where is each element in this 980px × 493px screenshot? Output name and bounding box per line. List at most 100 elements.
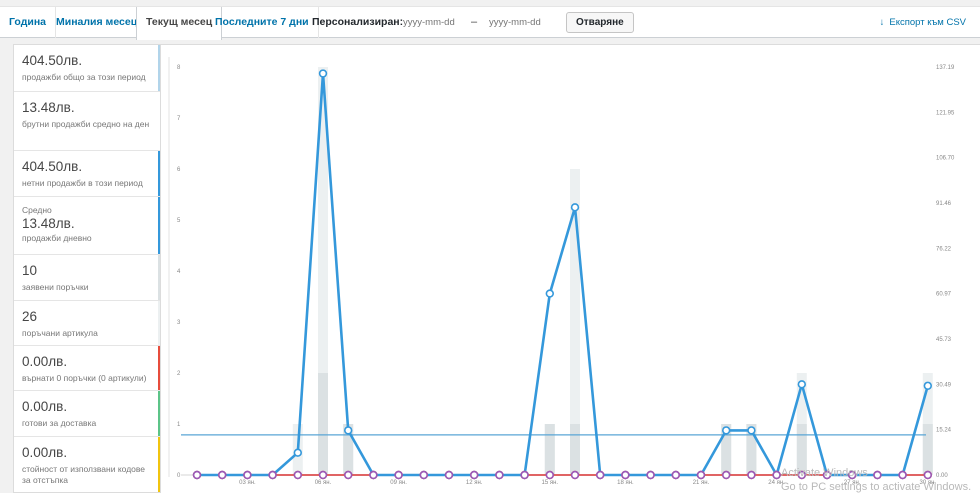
y-tick-label-right: 91.46 [936, 201, 952, 207]
line-point [596, 470, 605, 480]
x-tick-label: 12 ян. [466, 480, 483, 486]
stat-amount: 26 [22, 309, 38, 324]
period-tab-bar: Година Миналия месец Текущ месец Последн… [0, 6, 980, 40]
y-tick-label-right: 106.70 [936, 156, 955, 162]
date-separator: – [471, 16, 478, 28]
stat-items-purchased[interactable]: 26 поръчани артикула [14, 301, 160, 346]
stat-desc: заявени поръчки [22, 282, 89, 292]
download-arrow-icon: ↓ [879, 17, 885, 28]
line-point [419, 470, 428, 480]
stat-amount: 0.00лв. [22, 354, 68, 369]
stat-amount: 0.00лв. [22, 445, 68, 460]
open-range-button[interactable]: Отваряне [566, 12, 634, 33]
stat-prefix: Средно [22, 205, 52, 215]
tab-last-7-days[interactable]: Последните 7 дни [206, 7, 319, 38]
stat-desc: поръчани артикула [22, 328, 98, 338]
line-point [721, 426, 731, 435]
watermark-line-1: Activate Windows [781, 467, 868, 479]
watermark-line-2: Go to PC settings to activate Windows. [781, 481, 972, 493]
stat-amount: 10 [22, 263, 38, 278]
stat-desc: стойност от използвани кодове за отстъпк… [22, 464, 146, 485]
stat-gross-sales[interactable]: 404.50лв. продажби общо за този период [14, 45, 160, 92]
y-tick-label-right: 137.19 [936, 65, 955, 71]
line-point [696, 470, 706, 480]
line-point [646, 470, 655, 480]
y-tick-label-left: 6 [177, 167, 181, 173]
stat-amount: 404.50лв. [22, 53, 83, 68]
line-point [217, 470, 227, 480]
stat-amount: 0.00лв. [22, 399, 68, 414]
y-tick-label-right: 45.73 [936, 337, 952, 343]
line-point [570, 203, 580, 212]
stat-amount: 404.50лв. [22, 159, 83, 174]
y-tick-label-right: 60.97 [936, 292, 952, 298]
line-point [772, 470, 781, 480]
line-point [495, 470, 504, 480]
line-point [671, 470, 680, 480]
x-tick-label: 06 ян. [315, 480, 332, 486]
stat-average-gross[interactable]: 13.48лв. брутни продажби средно на ден [14, 92, 160, 151]
stat-desc: брутни продажби средно на ден [22, 119, 150, 129]
line-point [721, 470, 731, 480]
stat-coupons[interactable]: 0.00лв. стойност от използвани кодове за… [14, 437, 160, 492]
y-tick-label-right: 76.22 [936, 246, 952, 252]
stat-average-daily[interactable]: Средно 13.48лв. продажби дневно [14, 197, 160, 255]
y-tick-label-left: 0 [177, 473, 181, 479]
sales-chart-svg: 0 1 2 3 4 5 6 7 8 0.00 15.24 30.49 45.73 60.97 76.22 91… [168, 57, 955, 486]
y-tick-label-left: 5 [177, 218, 181, 224]
line-point [545, 470, 554, 480]
line-point [520, 470, 529, 480]
y-tick-label-left: 1 [177, 422, 181, 428]
stat-desc: върнати 0 поръчки (0 артикули) [22, 373, 147, 383]
stat-desc: нетни продажби в този период [22, 178, 143, 188]
stat-amount: 13.48лв. [22, 100, 75, 115]
line-point [293, 470, 303, 480]
line-point [923, 470, 932, 480]
y-tick-label-left: 7 [177, 116, 181, 122]
bar-mark [570, 424, 580, 475]
stat-refunded[interactable]: 0.00лв. върнати 0 поръчки (0 артикули) [14, 346, 160, 391]
bar-mark [544, 424, 555, 475]
line-point [268, 470, 277, 480]
x-tick-label: 09 ян. [390, 480, 407, 486]
x-tick-label: 15 ян. [542, 480, 559, 486]
y-tick-label-right: 0.00 [936, 473, 948, 479]
stat-desc: готови за доставка [22, 418, 97, 428]
line-point [444, 470, 454, 480]
stats-sidebar: 404.50лв. продажби общо за този период 1… [13, 44, 161, 493]
bar-mark [318, 373, 328, 475]
y-tick-label-left: 2 [177, 371, 181, 377]
line-point [747, 470, 756, 480]
export-csv-link[interactable]: ↓ Експорт към CSV [880, 7, 966, 38]
stat-desc: продажби общо за този период [22, 72, 146, 82]
y-tick-label-left: 8 [177, 65, 181, 71]
line-point [192, 470, 202, 480]
stat-desc: продажби дневно [22, 233, 92, 243]
y-tick-label-right: 15.24 [936, 428, 952, 434]
line-point [747, 426, 756, 435]
line-point [344, 470, 353, 480]
line-point [470, 470, 479, 480]
y-tick-label-left: 4 [177, 269, 181, 275]
x-tick-label: 21 ян. [693, 480, 710, 486]
date-from-input[interactable]: yyyy-mm-dd [403, 7, 455, 38]
line-point [369, 470, 378, 480]
stat-orders-placed[interactable]: 10 заявени поръчки [14, 255, 160, 301]
y-tick-label-right: 30.49 [936, 382, 952, 388]
line-point [797, 380, 806, 389]
line-point [394, 470, 403, 480]
x-tick-label: 18 ян. [617, 480, 634, 486]
stat-net-sales[interactable]: 404.50лв. нетни продажби в този период [14, 151, 160, 197]
tab-last-month[interactable]: Миналия месец [47, 7, 148, 38]
y-tick-label-left: 3 [177, 320, 181, 326]
line-point [344, 426, 353, 435]
line-point [621, 470, 630, 480]
sales-chart: 0 1 2 3 4 5 6 7 8 0.00 15.24 30.49 45.73 60.97 76.22 91… [161, 44, 980, 493]
line-series [197, 72, 930, 477]
line-point [923, 381, 932, 390]
stat-shipping[interactable]: 0.00лв. готови за доставка [14, 391, 160, 437]
line-point [293, 448, 303, 457]
line-point [545, 289, 554, 298]
line-point [318, 69, 328, 78]
date-to-input[interactable]: yyyy-mm-dd [489, 7, 541, 38]
